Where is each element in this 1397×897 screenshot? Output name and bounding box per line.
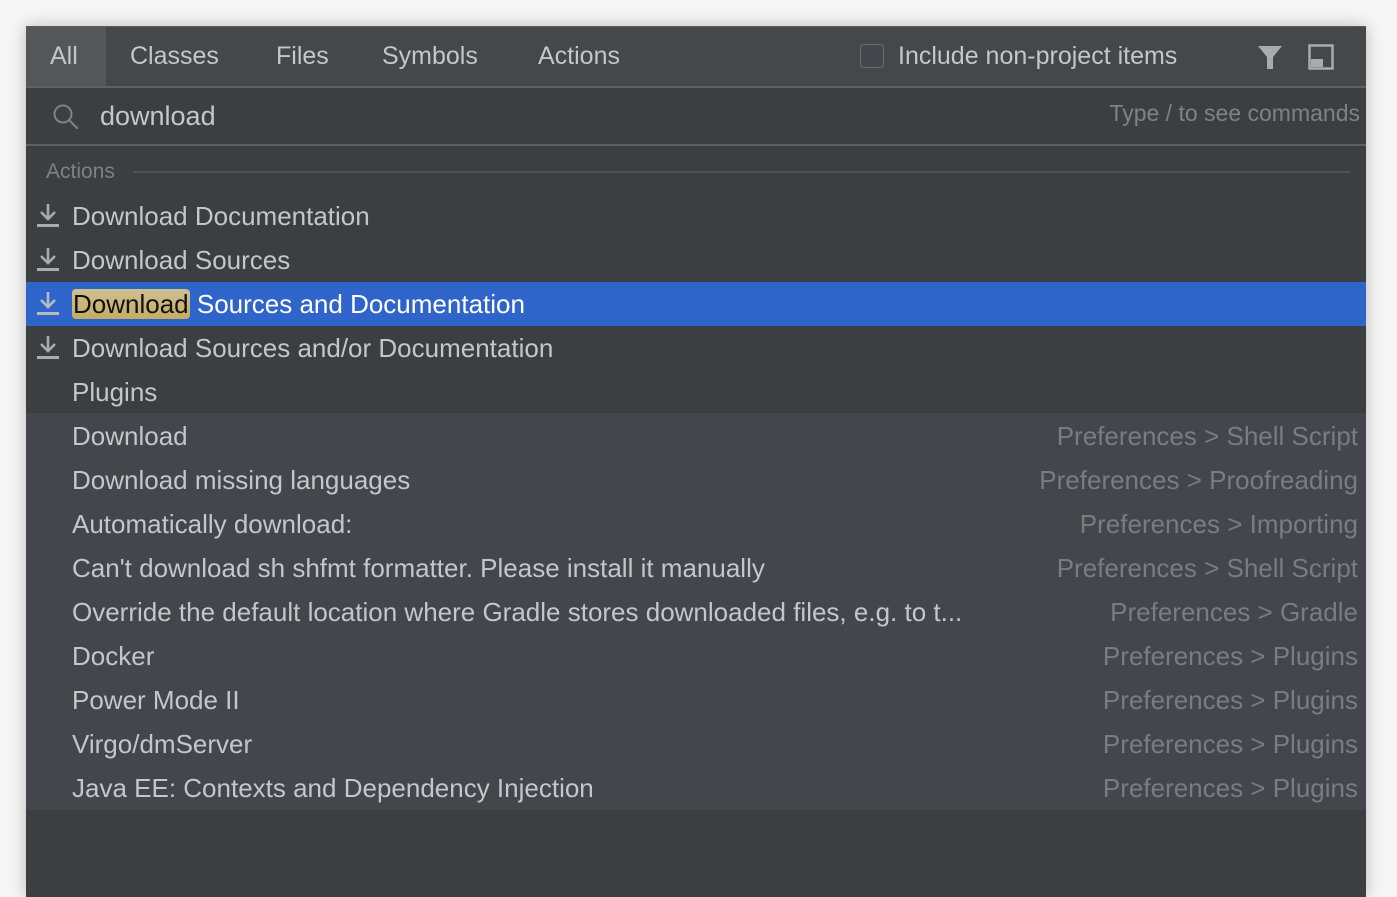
list-item[interactable]: Can't download sh shfmt formatter. Pleas… xyxy=(26,546,1366,590)
setting-location: Preferences > Proofreading xyxy=(1039,465,1358,495)
download-icon xyxy=(37,336,59,359)
setting-label: Automatically download: xyxy=(72,509,353,539)
tab-actions[interactable]: Actions xyxy=(514,27,644,86)
section-divider xyxy=(132,171,1350,173)
results-list: Download Documentation Download Sources … xyxy=(26,194,1366,810)
setting-location: Preferences > Importing xyxy=(1079,509,1358,539)
setting-location: Preferences > Shell Script xyxy=(1056,553,1358,583)
download-icon xyxy=(37,292,59,315)
setting-location: Preferences > Plugins xyxy=(1102,685,1358,715)
include-non-project-label: Include non-project items xyxy=(898,41,1178,70)
list-item[interactable]: Docker Preferences > Plugins xyxy=(26,634,1366,678)
setting-label: Can't download sh shfmt formatter. Pleas… xyxy=(72,553,765,583)
list-item[interactable]: Java EE: Contexts and Dependency Injecti… xyxy=(26,766,1366,810)
setting-label: Override the default location where Grad… xyxy=(72,597,963,627)
list-item[interactable]: Plugins xyxy=(26,370,1366,414)
include-non-project-toggle[interactable]: Include non-project items xyxy=(860,41,1177,71)
list-item[interactable]: Download Sources xyxy=(26,238,1366,282)
action-label-rest: Sources and Documentation xyxy=(189,289,525,319)
action-label: Download Sources and/or Documentation xyxy=(72,333,554,363)
list-item[interactable]: Override the default location where Grad… xyxy=(26,590,1366,634)
setting-location: Preferences > Plugins xyxy=(1102,729,1358,759)
download-icon xyxy=(37,248,59,271)
setting-location: Preferences > Plugins xyxy=(1102,773,1358,803)
search-everywhere-popup: All Classes Files Symbols Actions Includ… xyxy=(26,26,1366,897)
setting-label: Docker xyxy=(72,641,155,671)
download-icon xyxy=(37,204,59,227)
action-label: Download Sources and Documentation xyxy=(72,282,525,326)
include-non-project-checkbox[interactable] xyxy=(860,44,884,68)
setting-location: Preferences > Plugins xyxy=(1102,641,1358,671)
list-item[interactable]: Automatically download: Preferences > Im… xyxy=(26,502,1366,546)
list-item[interactable]: Download Sources and/or Documentation xyxy=(26,326,1366,370)
section-header-actions: Actions xyxy=(46,157,1350,187)
setting-location: Preferences > Gradle xyxy=(1110,597,1358,627)
setting-label: Virgo/dmServer xyxy=(72,729,253,759)
tab-classes[interactable]: Classes xyxy=(106,27,243,86)
list-item[interactable]: Download Documentation xyxy=(26,194,1366,238)
list-item[interactable]: Virgo/dmServer Preferences > Plugins xyxy=(26,722,1366,766)
setting-label: Download xyxy=(72,421,188,451)
filter-icon[interactable] xyxy=(1256,43,1284,71)
search-bar: Type / to see commands xyxy=(26,88,1366,146)
setting-location: Preferences > Shell Script xyxy=(1056,421,1358,451)
search-hint: Type / to see commands xyxy=(1109,100,1360,126)
list-item-selected[interactable]: Download Sources and Documentation xyxy=(26,282,1366,326)
section-title: Actions xyxy=(46,160,115,183)
search-match-highlight: Download xyxy=(72,289,190,319)
list-item[interactable]: Download missing languages Preferences >… xyxy=(26,458,1366,502)
action-label: Download Sources xyxy=(72,245,291,275)
search-icon xyxy=(53,104,79,130)
setting-label: Power Mode II xyxy=(72,685,240,715)
pin-window-icon[interactable] xyxy=(1308,44,1334,70)
tab-symbols[interactable]: Symbols xyxy=(358,27,502,86)
list-item[interactable]: Power Mode II Preferences > Plugins xyxy=(26,678,1366,722)
setting-label: Download missing languages xyxy=(72,465,411,495)
tab-files[interactable]: Files xyxy=(252,27,353,86)
list-item[interactable]: Download Preferences > Shell Script xyxy=(26,414,1366,458)
action-label: Plugins xyxy=(72,377,158,407)
search-input[interactable] xyxy=(100,94,1000,138)
tab-all[interactable]: All xyxy=(26,27,106,86)
tab-bar: All Classes Files Symbols Actions Includ… xyxy=(26,27,1366,88)
action-label: Download Documentation xyxy=(72,201,370,231)
setting-label: Java EE: Contexts and Dependency Injecti… xyxy=(72,773,594,803)
